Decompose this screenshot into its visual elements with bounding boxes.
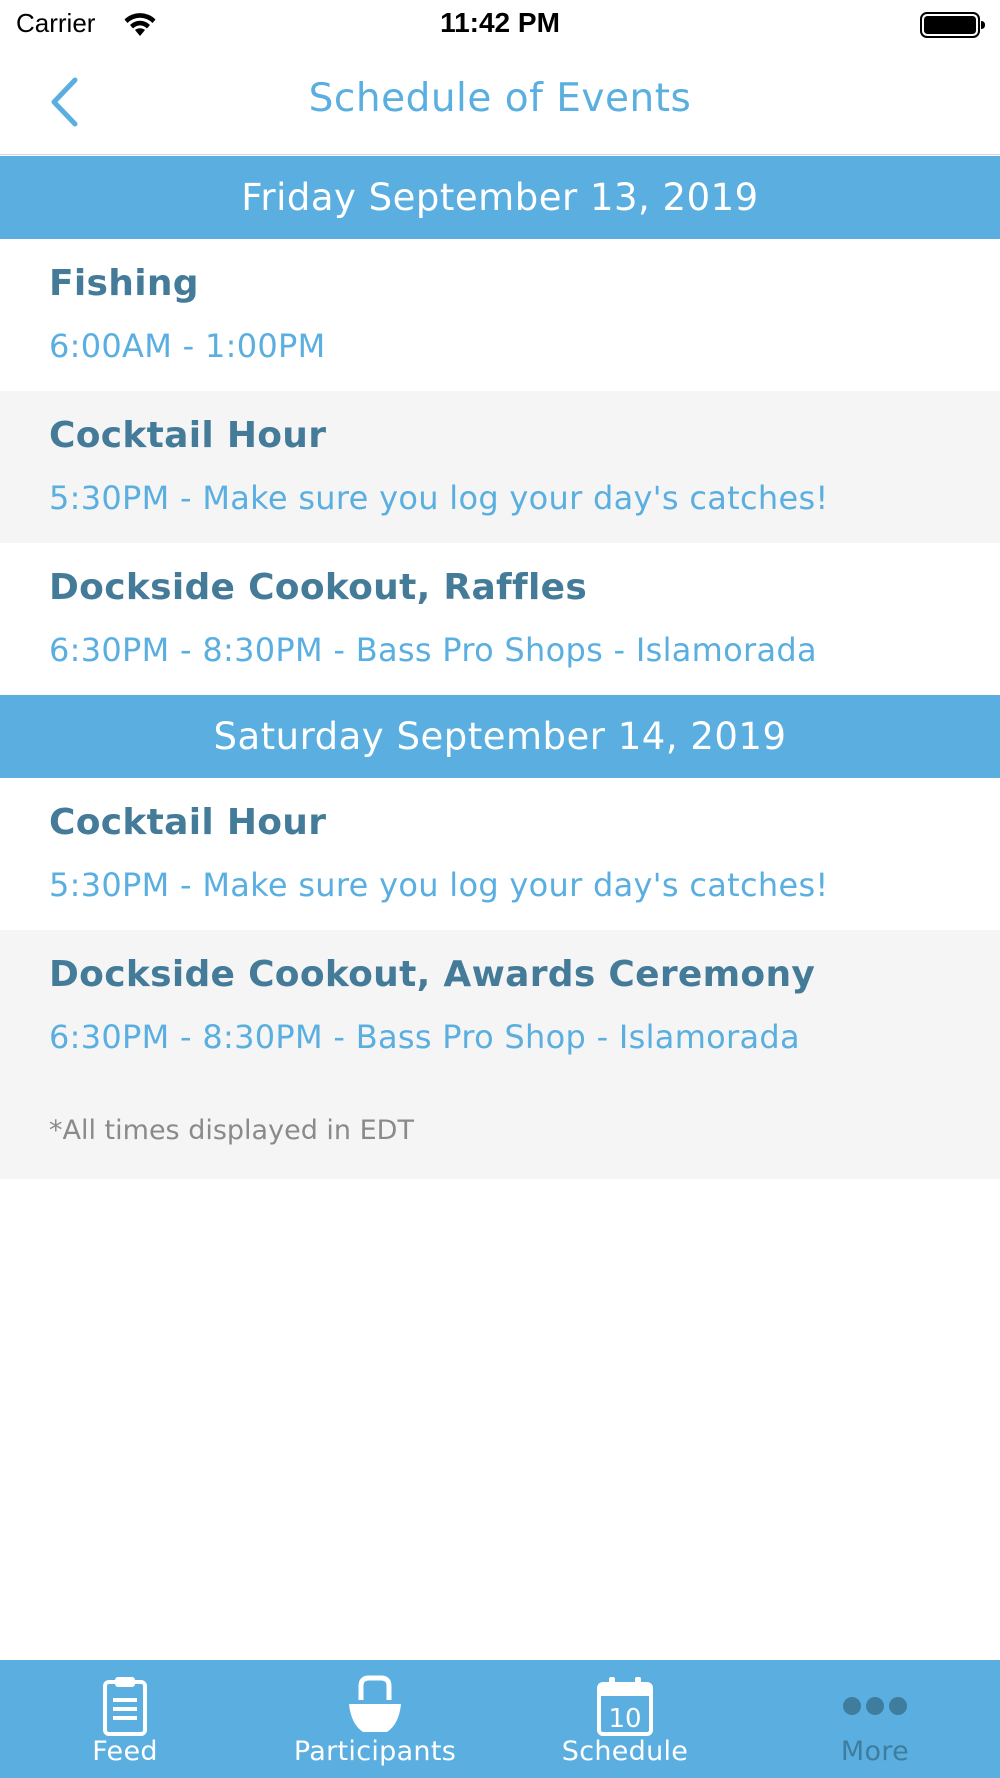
event-title: Cocktail Hour	[49, 415, 327, 456]
timezone-footnote: *All times displayed in EDT	[0, 1082, 1000, 1179]
tab-label: Feed	[92, 1736, 158, 1767]
day-header: Saturday September 14, 2019	[0, 695, 1000, 778]
event-row[interactable]: Cocktail Hour 5:30PM - Make sure you log…	[0, 778, 1000, 930]
event-detail: 6:30PM - 8:30PM - Bass Pro Shops - Islam…	[49, 631, 817, 669]
event-title: Fishing	[49, 263, 199, 304]
event-detail: 6:00AM - 1:00PM	[49, 327, 326, 365]
tab-label: Participants	[293, 1736, 457, 1767]
tab-bar: Feed Participants 10 Schedule More	[0, 1660, 1000, 1778]
tab-feed[interactable]: Feed	[0, 1660, 250, 1778]
calendar-icon: 10	[597, 1677, 653, 1736]
page-title: Schedule of Events	[308, 76, 692, 121]
schedule-list[interactable]: Friday September 13, 2019 Fishing 6:00AM…	[0, 156, 1000, 1179]
day-header: Friday September 13, 2019	[0, 156, 1000, 239]
event-title: Cocktail Hour	[49, 802, 327, 843]
event-detail: 6:30PM - 8:30PM - Bass Pro Shop - Islamo…	[49, 1018, 800, 1056]
status-time: 11:42 PM	[440, 7, 560, 38]
tab-label: Schedule	[561, 1736, 689, 1767]
event-row[interactable]: Cocktail Hour 5:30PM - Make sure you log…	[0, 391, 1000, 543]
tab-more[interactable]: More	[750, 1660, 1000, 1778]
status-bar: Carrier 11:42 PM	[0, 0, 1000, 50]
event-detail: 5:30PM - Make sure you log your day's ca…	[49, 866, 829, 904]
participant-icon	[349, 1675, 401, 1732]
tab-schedule[interactable]: 10 Schedule	[500, 1660, 750, 1778]
event-row[interactable]: Fishing 6:00AM - 1:00PM	[0, 239, 1000, 391]
clipboard-icon	[103, 1677, 147, 1736]
more-dots-icon	[843, 1697, 907, 1715]
tab-label: More	[840, 1736, 910, 1767]
tab-participants[interactable]: Participants	[250, 1660, 500, 1778]
event-detail: 5:30PM - Make sure you log your day's ca…	[49, 479, 829, 517]
battery-icon	[920, 12, 985, 38]
navigation-bar: Schedule of Events	[0, 50, 1000, 155]
calendar-day-text: 10	[608, 1704, 641, 1734]
event-title: Dockside Cookout, Awards Ceremony	[49, 954, 816, 995]
event-title: Dockside Cookout, Raffles	[49, 567, 588, 608]
event-row[interactable]: Dockside Cookout, Raffles 6:30PM - 8:30P…	[0, 543, 1000, 695]
event-row[interactable]: Dockside Cookout, Awards Ceremony 6:30PM…	[0, 930, 1000, 1082]
